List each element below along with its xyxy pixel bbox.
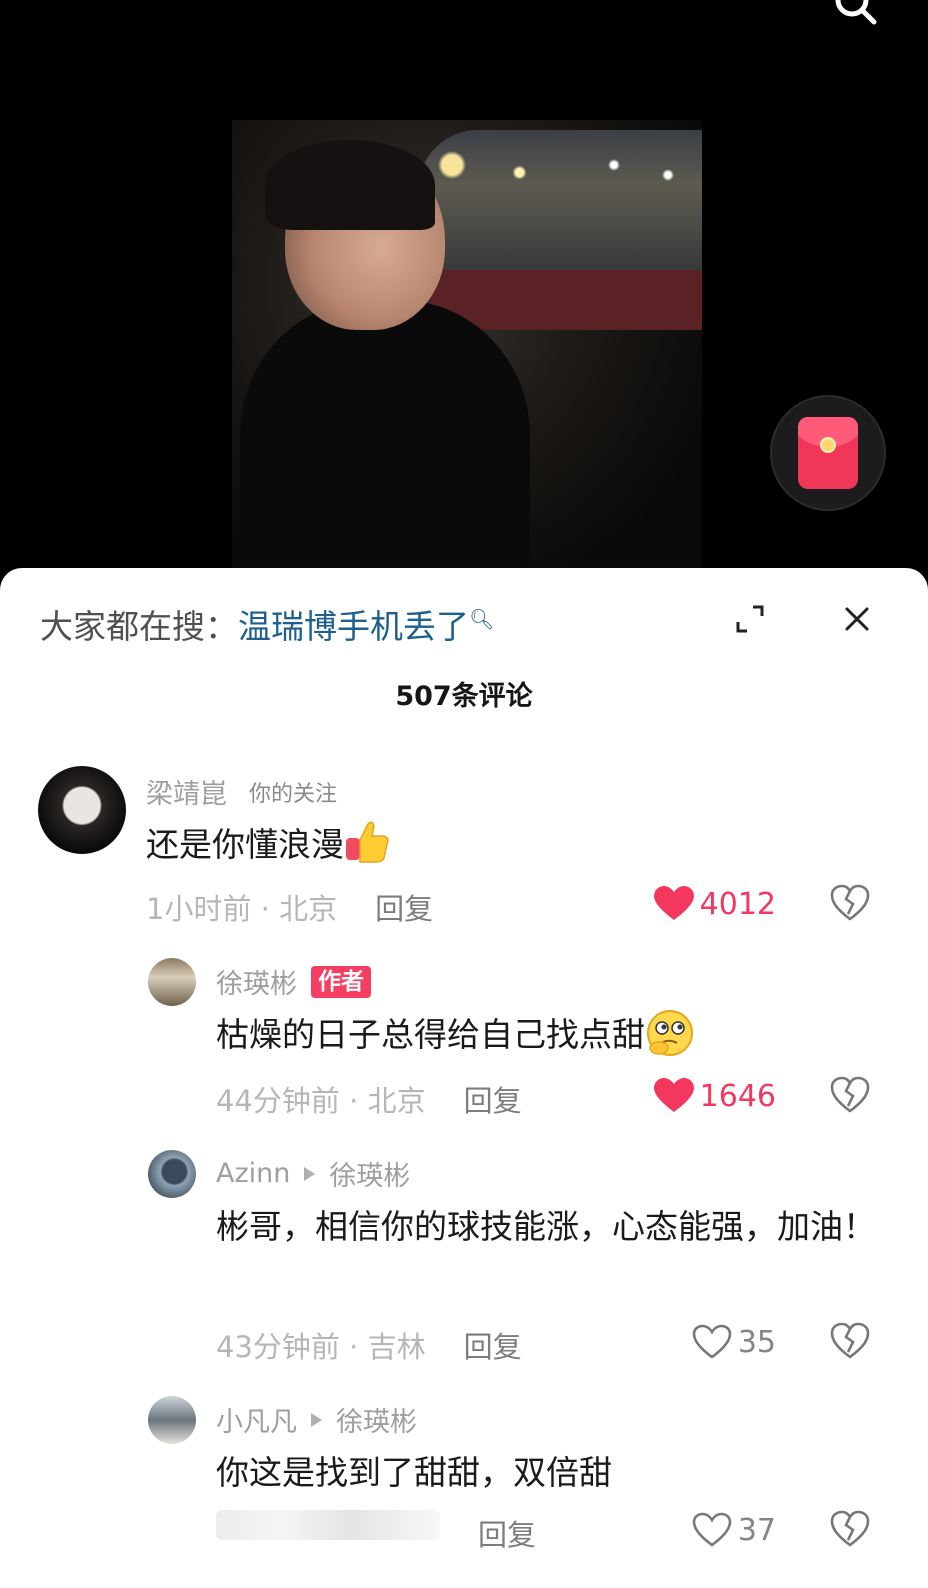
comment-text: 还是你懂浪漫	[146, 816, 390, 873]
comment-meta: 1小时前 · 北京 回复	[146, 886, 433, 928]
comment-username[interactable]: 小凡凡	[216, 1400, 297, 1439]
comment-location: 吉林	[367, 1330, 426, 1364]
close-icon[interactable]	[840, 602, 874, 636]
comment-name-row: 徐瑛彬 作者	[216, 962, 371, 1001]
dislike-icon[interactable]	[830, 1076, 870, 1114]
video-city-lights	[425, 145, 695, 195]
heart-outline-icon	[692, 1324, 732, 1359]
dislike-icon[interactable]	[830, 1510, 870, 1548]
meta-separator: ·	[339, 1084, 368, 1118]
red-packet-icon	[798, 417, 858, 489]
comment-meta: 回复	[440, 1512, 536, 1554]
comment-username[interactable]: 徐瑛彬	[216, 962, 297, 1001]
comment-text: 枯燥的日子总得给自己找点甜	[216, 1006, 695, 1063]
video-player[interactable]	[0, 0, 928, 600]
like-count: 35	[737, 1324, 776, 1360]
reply-button[interactable]: 回复	[375, 892, 433, 926]
like-count: 37	[737, 1512, 776, 1548]
like-count: 4012	[699, 886, 776, 922]
comment-text-content: 还是你懂浪漫	[146, 825, 344, 864]
heart-outline-icon	[692, 1512, 732, 1547]
blurred-comment-meta	[216, 1510, 440, 1540]
comment-time: 44分钟前	[216, 1084, 340, 1118]
avatar[interactable]	[148, 1150, 196, 1198]
thumbs-up-emoji-icon	[346, 821, 389, 863]
avatar[interactable]	[148, 958, 196, 1006]
dislike-icon[interactable]	[830, 884, 870, 922]
like-button[interactable]: 1646	[640, 1076, 776, 1116]
comments-header: 大家都在搜：温瑞博手机丢了🔍︎	[0, 568, 928, 678]
meta-separator: ·	[251, 892, 280, 926]
video-person-hair	[265, 140, 435, 230]
following-tag: 你的关注	[249, 781, 338, 807]
small-search-icon: 🔍︎	[469, 607, 495, 631]
comment-name-row: 梁靖崑 你的关注	[146, 772, 337, 811]
video-person-body	[240, 300, 530, 600]
comment-count-title: 507条评论	[395, 681, 533, 712]
search-icon[interactable]	[830, 0, 880, 32]
comment-meta: 43分钟前 · 吉林 回复	[216, 1324, 522, 1366]
like-count: 1646	[699, 1078, 776, 1114]
comment-name-row: Azinn 徐瑛彬	[216, 1154, 410, 1193]
expand-icon[interactable]	[735, 604, 765, 634]
comment-meta: 44分钟前 · 北京 回复	[216, 1078, 522, 1120]
red-packet-button[interactable]	[770, 395, 886, 511]
comment-time: 43分钟前	[216, 1330, 340, 1364]
reply-button[interactable]: 回复	[464, 1084, 522, 1118]
avatar[interactable]	[38, 766, 126, 854]
like-button[interactable]: 4012	[640, 884, 776, 924]
trending-search-query[interactable]: 温瑞博手机丢了	[238, 607, 469, 646]
reply-arrow-icon	[304, 1166, 316, 1181]
heart-filled-icon	[653, 1078, 694, 1112]
reply-arrow-icon	[311, 1412, 322, 1427]
avatar[interactable]	[148, 1396, 196, 1444]
comment-name-row: 小凡凡 徐瑛彬	[216, 1400, 417, 1439]
trending-search-prefix: 大家都在搜：	[40, 607, 238, 646]
like-button[interactable]: 37	[660, 1510, 776, 1550]
reply-to-username[interactable]: 徐瑛彬	[336, 1400, 417, 1439]
comment-text-content: 枯燥的日子总得给自己找点甜	[216, 1015, 645, 1054]
trending-search[interactable]: 大家都在搜：温瑞博手机丢了🔍︎	[40, 600, 494, 648]
reply-button[interactable]: 回复	[464, 1330, 522, 1364]
reply-button[interactable]: 回复	[478, 1518, 536, 1552]
heart-filled-icon	[653, 886, 694, 920]
comment-time: 1小时前	[146, 892, 252, 926]
like-button[interactable]: 35	[660, 1322, 776, 1362]
comment-text: 你这是找到了甜甜，双倍甜	[216, 1453, 612, 1492]
comment-username[interactable]: 梁靖崑	[146, 772, 227, 811]
comment-location: 北京	[279, 892, 338, 926]
comment-username[interactable]: Azinn	[216, 1158, 290, 1189]
author-badge: 作者	[311, 965, 371, 998]
comment-text: 彬哥，相信你的球技能涨，心态能强，加油！	[216, 1207, 876, 1246]
thinking-face-emoji-icon	[647, 1009, 693, 1056]
dislike-icon[interactable]	[830, 1322, 870, 1360]
reply-to-username[interactable]: 徐瑛彬	[329, 1154, 410, 1193]
comment-location: 北京	[367, 1084, 426, 1118]
meta-separator: ·	[339, 1330, 368, 1364]
